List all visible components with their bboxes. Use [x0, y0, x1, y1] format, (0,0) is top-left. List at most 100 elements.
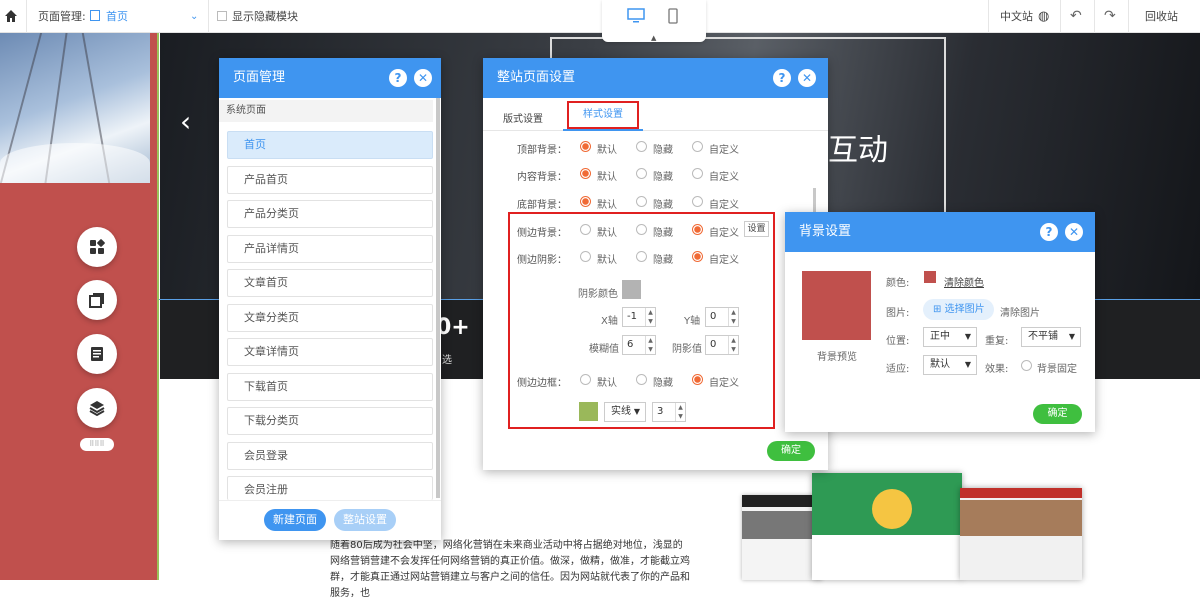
editor-toolbar: 页面管理: 首页 ⌄ 显示隐藏模块 ▲ 中文站 ◍ ↶ ↷ 回收站	[0, 0, 1200, 42]
fit-label: 适应:	[886, 364, 910, 375]
radio-default[interactable]	[580, 141, 591, 152]
tab-bar: 版式设置 样式设置	[483, 98, 828, 131]
preview-label: 背景预览	[817, 352, 857, 363]
show-hidden-checkbox[interactable]	[217, 11, 227, 21]
y-axis-stepper[interactable]: 0 ▲ ▼	[705, 307, 739, 327]
y-axis-label: Y轴	[684, 316, 701, 327]
radio-label: 默认	[597, 200, 617, 211]
image-label: 图片:	[886, 308, 910, 319]
fit-value: 默认	[930, 359, 950, 370]
page-button[interactable]	[77, 334, 117, 374]
border-style-select[interactable]: 实线 ▼	[604, 402, 646, 422]
side-column: ⠿⠿⠿	[0, 33, 158, 580]
blur-stepper[interactable]: 6 ▲ ▼	[622, 335, 656, 355]
page-item[interactable]: 文章首页	[227, 269, 433, 297]
spread-stepper[interactable]: 0 ▲ ▼	[705, 335, 739, 355]
globe-icon[interactable]: ◍	[1038, 0, 1049, 33]
color-label: 颜色:	[886, 278, 910, 289]
new-page-button[interactable]: 新建页面	[264, 509, 326, 531]
desktop-icon[interactable]	[627, 8, 645, 24]
page-manager-dialog: 页面管理 ? ✕ 系统页面 首页 产品首页 产品分类页 产品详情页 文章首页 文…	[219, 58, 441, 540]
border-color-swatch[interactable]	[579, 402, 598, 421]
help-icon[interactable]: ?	[389, 69, 407, 87]
device-switcher: ▲	[602, 0, 706, 42]
radio-default[interactable]	[580, 168, 591, 179]
site-settings-button[interactable]: 整站设置	[334, 509, 396, 531]
choose-image-button[interactable]: ⊞ 选择图片	[923, 299, 994, 320]
shadow-color-swatch[interactable]	[622, 280, 641, 299]
dialog-title: 背景设置	[799, 224, 852, 239]
clear-image-link[interactable]: 清除图片	[1000, 304, 1040, 319]
confirm-button[interactable]: 确定	[1033, 404, 1082, 424]
clear-color-link[interactable]: 清除颜色	[944, 274, 984, 289]
scrollbar[interactable]	[436, 98, 440, 498]
position-select[interactable]: 正中 ▼	[923, 327, 977, 347]
radio-custom[interactable]	[692, 374, 703, 385]
color-swatch[interactable]	[924, 271, 936, 283]
page-item[interactable]: 首页	[227, 131, 433, 159]
radio-label: 自定义	[709, 145, 739, 156]
radio-label: 隐藏	[653, 378, 673, 389]
radio-hide[interactable]	[636, 251, 647, 262]
radio-label: 默认	[597, 172, 617, 183]
page-item[interactable]: 下载分类页	[227, 407, 433, 435]
recycle-bin-button[interactable]: 回收站	[1145, 0, 1178, 33]
border-width-stepper[interactable]: 3 ▲ ▼	[652, 402, 686, 422]
page-item[interactable]: 会员登录	[227, 442, 433, 470]
page-item[interactable]: 下载首页	[227, 373, 433, 401]
x-axis-stepper[interactable]: -1 ▲ ▼	[622, 307, 656, 327]
radio-hide[interactable]	[636, 141, 647, 152]
radio-custom[interactable]	[692, 251, 703, 262]
page-select[interactable]: 首页 ⌄	[90, 0, 202, 33]
modules-button[interactable]	[77, 227, 117, 267]
radio-label: 隐藏	[653, 145, 673, 156]
radio-hide[interactable]	[636, 224, 647, 235]
page-item[interactable]: 产品分类页	[227, 200, 433, 228]
radio-hide[interactable]	[636, 168, 647, 179]
page-item[interactable]: 文章分类页	[227, 304, 433, 332]
keyboard-toggle[interactable]: ⠿⠿⠿	[80, 438, 114, 451]
radio-label: 默认	[597, 255, 617, 266]
side-bg-label: 侧边背景：	[517, 228, 567, 239]
radio-custom[interactable]	[692, 168, 703, 179]
copy-button[interactable]	[77, 280, 117, 320]
radio-default[interactable]	[580, 374, 591, 385]
page-item[interactable]: 产品详情页	[227, 235, 433, 263]
radio-custom[interactable]	[692, 224, 703, 235]
radio-custom[interactable]	[692, 196, 703, 207]
redo-icon[interactable]: ↷	[1104, 0, 1116, 33]
side-bg-settings-button[interactable]: 设置	[744, 221, 769, 237]
language-label[interactable]: 中文站	[1000, 0, 1033, 33]
page-item[interactable]: 会员注册	[227, 476, 433, 500]
dialog-header: 页面管理 ? ✕	[219, 58, 441, 98]
page-item[interactable]: 产品首页	[227, 166, 433, 194]
caret-down-icon: ▼	[633, 407, 640, 416]
dialog-footer	[219, 500, 441, 540]
radio-hide[interactable]	[636, 374, 647, 385]
fit-select[interactable]: 默认 ▼	[923, 355, 977, 375]
radio-default[interactable]	[580, 224, 591, 235]
help-icon[interactable]: ?	[1040, 223, 1058, 241]
help-icon[interactable]: ?	[773, 69, 791, 87]
confirm-button[interactable]: 确定	[767, 441, 815, 461]
radio-custom[interactable]	[692, 141, 703, 152]
mobile-icon[interactable]	[668, 8, 678, 24]
caret-down-icon: ▼	[964, 332, 971, 341]
undo-icon[interactable]: ↶	[1070, 0, 1082, 33]
radio-default[interactable]	[580, 251, 591, 262]
radio-label: 自定义	[709, 255, 739, 266]
tab-style[interactable]: 样式设置	[567, 101, 639, 129]
close-icon[interactable]: ✕	[414, 69, 432, 87]
radio-default[interactable]	[580, 196, 591, 207]
document-icon	[91, 347, 103, 361]
close-icon[interactable]: ✕	[1065, 223, 1083, 241]
page-item[interactable]: 文章详情页	[227, 338, 433, 366]
fixed-bg-radio[interactable]	[1021, 360, 1032, 371]
radio-hide[interactable]	[636, 196, 647, 207]
home-icon[interactable]	[4, 0, 20, 33]
repeat-select[interactable]: 不平铺 ▼	[1021, 327, 1081, 347]
tab-layout[interactable]: 版式设置	[503, 110, 543, 125]
close-icon[interactable]: ✕	[798, 69, 816, 87]
layers-button[interactable]	[77, 388, 117, 428]
hero-prev-arrow[interactable]: ‹	[180, 105, 191, 138]
